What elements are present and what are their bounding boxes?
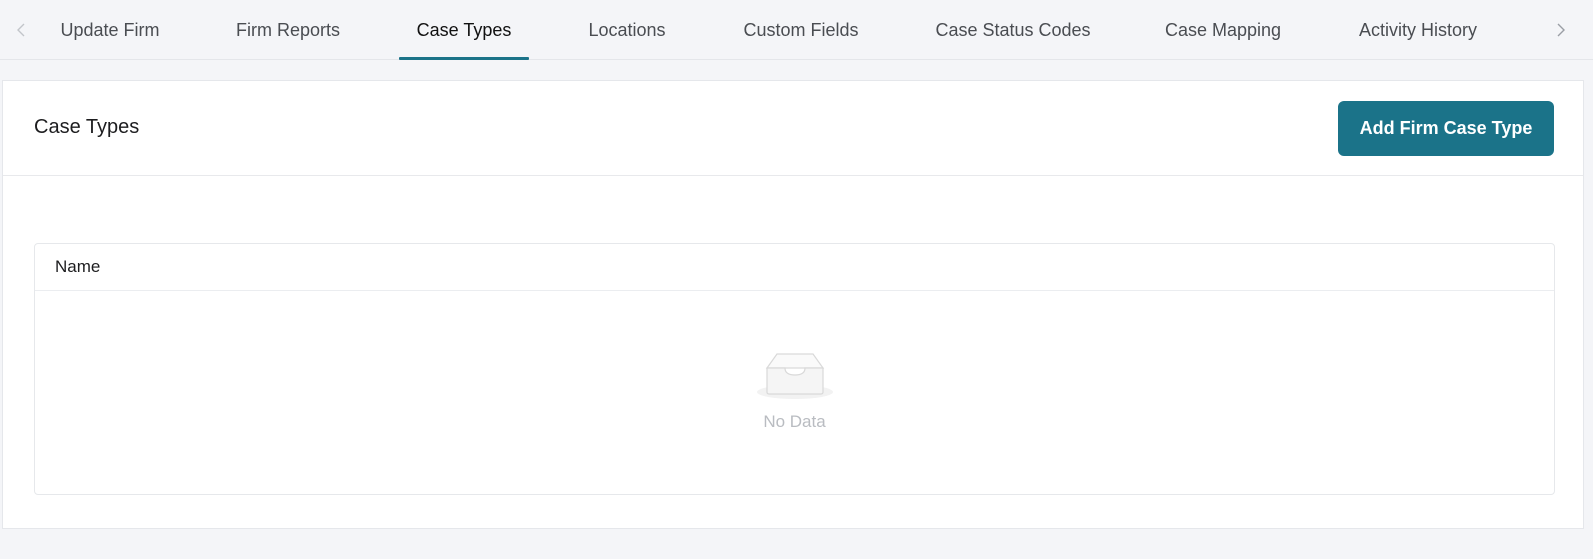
page-title: Case Types bbox=[34, 116, 140, 138]
tab-bar: Update Firm Firm Reports Case Types Loca… bbox=[0, 0, 1593, 60]
empty-state-text: No Data bbox=[763, 412, 826, 431]
tab-firm-reports[interactable]: Firm Reports bbox=[228, 0, 348, 60]
panel-header: Case Types Add Firm Case Type bbox=[3, 81, 1583, 176]
tab-custom-fields[interactable]: Custom Fields bbox=[737, 0, 865, 60]
chevron-left-icon bbox=[17, 23, 25, 37]
tab-locations[interactable]: Locations bbox=[577, 0, 677, 60]
tab-activity-history[interactable]: Activity History bbox=[1349, 0, 1487, 60]
chevron-right-icon bbox=[1557, 23, 1565, 37]
empty-state: No Data bbox=[35, 348, 1554, 432]
tab-scroll-prev[interactable] bbox=[6, 0, 36, 60]
tab-case-types[interactable]: Case Types bbox=[399, 0, 529, 60]
tab-case-mapping[interactable]: Case Mapping bbox=[1158, 0, 1288, 60]
tab-scroll-next[interactable] bbox=[1546, 0, 1576, 60]
case-types-panel: Case Types Add Firm Case Type Name No Da… bbox=[2, 80, 1584, 529]
add-firm-case-type-button[interactable]: Add Firm Case Type bbox=[1338, 101, 1554, 156]
case-types-table: Name No Data bbox=[34, 243, 1555, 495]
tab-update-firm[interactable]: Update Firm bbox=[52, 0, 168, 60]
column-header-name[interactable]: Name bbox=[55, 257, 100, 277]
table-header: Name bbox=[35, 244, 1554, 291]
empty-inbox-icon bbox=[756, 353, 833, 399]
tab-case-status-codes[interactable]: Case Status Codes bbox=[929, 0, 1097, 60]
